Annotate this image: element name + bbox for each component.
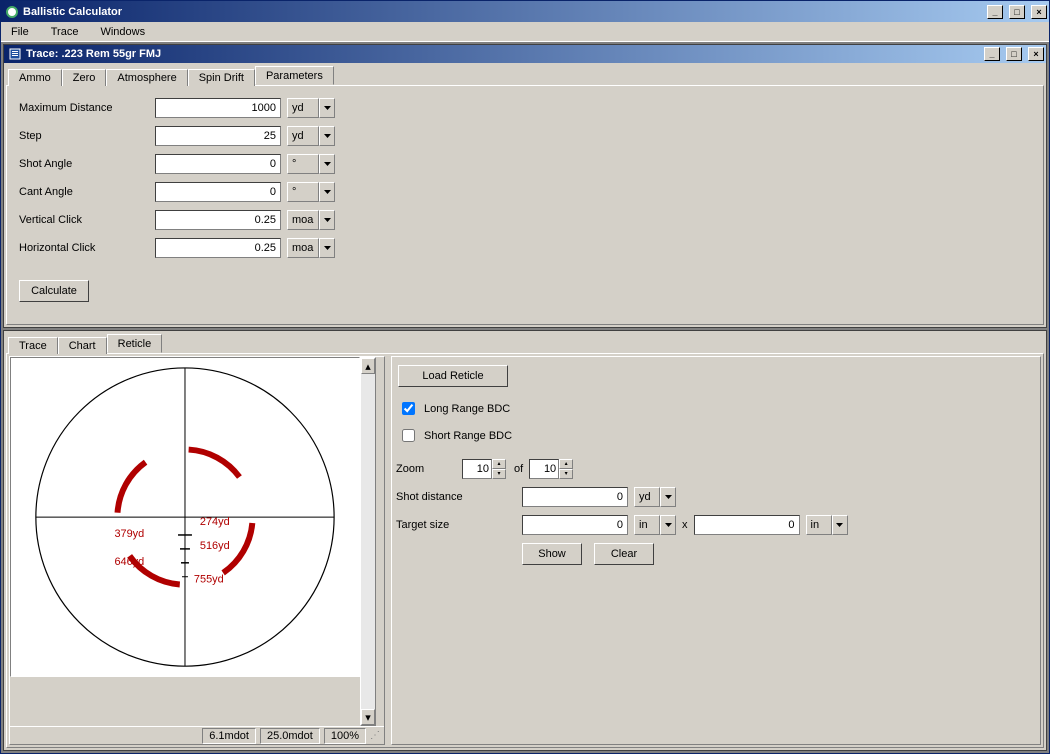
tab-chart[interactable]: Chart — [58, 337, 107, 354]
target-size-w-input[interactable] — [522, 515, 628, 535]
vclick-label: Vertical Click — [19, 214, 149, 226]
menubar: File Trace Windows — [1, 22, 1049, 42]
x-label: x — [682, 519, 688, 531]
reticle-controls-panel: Load Reticle Long Range BDC Short Range … — [391, 356, 1041, 745]
calculate-button[interactable]: Calculate — [19, 280, 89, 302]
trace-titlebar[interactable]: Trace: .223 Rem 55gr FMJ _ □ × — [4, 45, 1046, 63]
hclick-input[interactable] — [155, 238, 281, 258]
scroll-up-icon[interactable]: ▴ — [361, 358, 375, 374]
tab-parameters[interactable]: Parameters — [255, 66, 334, 85]
menu-windows[interactable]: Windows — [96, 24, 149, 40]
main-titlebar[interactable]: Ballistic Calculator _ □ × — [1, 1, 1049, 22]
step-unit: yd — [287, 126, 319, 146]
target-size-w-unit-drop[interactable] — [660, 515, 676, 535]
tab-spin-drift[interactable]: Spin Drift — [188, 69, 255, 86]
tab-reticle[interactable]: Reticle — [107, 334, 163, 353]
max-distance-unit: yd — [287, 98, 319, 118]
bottom-tabs: Trace Chart Reticle — [6, 333, 1044, 353]
document-icon — [8, 47, 22, 61]
tab-zero[interactable]: Zero — [62, 69, 107, 86]
zoom-value-input[interactable] — [462, 459, 492, 479]
hclick-label: Horizontal Click — [19, 242, 149, 254]
load-reticle-button[interactable]: Load Reticle — [398, 365, 508, 387]
shot-angle-unit: ° — [287, 154, 319, 174]
bdc-label-379: 379yd — [114, 528, 144, 540]
bdc-label-646: 646yd — [114, 556, 144, 568]
tab-btrace[interactable]: Trace — [8, 337, 58, 354]
status-mdoty: 25.0mdot — [260, 728, 320, 744]
shot-distance-unit-drop[interactable] — [660, 487, 676, 507]
step-unit-drop[interactable] — [319, 126, 335, 146]
target-size-label: Target size — [396, 519, 516, 531]
shot-distance-label: Shot distance — [396, 491, 516, 503]
child-close-button[interactable]: × — [1028, 47, 1044, 61]
vclick-unit-drop[interactable] — [319, 210, 335, 230]
top-tabs: Ammo Zero Atmosphere Spin Drift Paramete… — [6, 65, 1044, 85]
cant-angle-unit-drop[interactable] — [319, 182, 335, 202]
menu-trace[interactable]: Trace — [47, 24, 83, 40]
max-distance-label: Maximum Distance — [19, 102, 149, 114]
target-size-h-input[interactable] — [694, 515, 800, 535]
tab-ammo[interactable]: Ammo — [8, 69, 62, 86]
parameters-panel: Maximum Distance yd Step yd — [6, 85, 1044, 325]
bdc-label-516: 516yd — [200, 540, 230, 552]
reticle-panel: 274yd 379yd 516yd 646yd 755yd ▴ — [6, 353, 1044, 748]
maximize-button[interactable]: □ — [1009, 5, 1025, 19]
main-window: Ballistic Calculator _ □ × File Trace Wi… — [0, 0, 1050, 754]
child-minimize-button[interactable]: _ — [984, 47, 1000, 61]
shot-distance-input[interactable] — [522, 487, 628, 507]
scroll-down-icon[interactable]: ▾ — [361, 709, 375, 725]
app-title: Ballistic Calculator — [23, 6, 981, 18]
shot-angle-unit-drop[interactable] — [319, 154, 335, 174]
trace-title: Trace: .223 Rem 55gr FMJ — [26, 48, 978, 60]
bdc-label-274: 274yd — [200, 516, 230, 528]
long-bdc-label: Long Range BDC — [424, 403, 510, 415]
child-maximize-button[interactable]: □ — [1006, 47, 1022, 61]
shot-angle-input[interactable] — [155, 154, 281, 174]
shot-angle-label: Shot Angle — [19, 158, 149, 170]
zoom-label: Zoom — [396, 463, 456, 475]
shot-distance-unit: yd — [634, 487, 660, 507]
close-button[interactable]: × — [1031, 5, 1047, 19]
vclick-input[interactable] — [155, 210, 281, 230]
show-button[interactable]: Show — [522, 543, 582, 565]
reticle-canvas[interactable]: 274yd 379yd 516yd 646yd 755yd — [10, 357, 360, 677]
hclick-unit-drop[interactable] — [319, 238, 335, 258]
step-label: Step — [19, 130, 149, 142]
zoom-spinner[interactable]: ▴▾ — [462, 459, 508, 479]
mdi-client: Trace: .223 Rem 55gr FMJ _ □ × Ammo Zero… — [1, 42, 1049, 753]
max-distance-unit-drop[interactable] — [319, 98, 335, 118]
reticle-view-panel: 274yd 379yd 516yd 646yd 755yd ▴ — [9, 356, 385, 745]
step-input[interactable] — [155, 126, 281, 146]
max-distance-input[interactable] — [155, 98, 281, 118]
menu-file[interactable]: File — [7, 24, 33, 40]
cant-angle-unit: ° — [287, 182, 319, 202]
target-size-h-unit-drop[interactable] — [832, 515, 848, 535]
bottom-child: Trace Chart Reticle — [3, 330, 1047, 751]
minimize-button[interactable]: _ — [987, 5, 1003, 19]
short-bdc-label: Short Range BDC — [424, 430, 512, 442]
app-icon — [5, 5, 19, 19]
trace-child-window: Trace: .223 Rem 55gr FMJ _ □ × Ammo Zero… — [3, 44, 1047, 328]
long-bdc-checkbox[interactable] — [402, 402, 415, 415]
zoom-of: of — [514, 463, 523, 475]
tab-atmosphere[interactable]: Atmosphere — [106, 69, 187, 86]
zoom-max-spinner[interactable]: ▴▾ — [529, 459, 575, 479]
target-size-h-unit: in — [806, 515, 832, 535]
status-mdotx: 6.1mdot — [202, 728, 256, 744]
vclick-unit: moa — [287, 210, 319, 230]
hclick-unit: moa — [287, 238, 319, 258]
zoom-max-input[interactable] — [529, 459, 559, 479]
cant-angle-label: Cant Angle — [19, 186, 149, 198]
reticle-status: 6.1mdot 25.0mdot 100% ⋰ — [10, 726, 384, 744]
target-size-w-unit: in — [634, 515, 660, 535]
reticle-scrollbar[interactable]: ▴ ▾ — [360, 357, 376, 726]
status-zoom: 100% — [324, 728, 366, 744]
resize-grip-icon[interactable]: ⋰ — [370, 730, 380, 741]
clear-button[interactable]: Clear — [594, 543, 654, 565]
cant-angle-input[interactable] — [155, 182, 281, 202]
short-bdc-checkbox[interactable] — [402, 429, 415, 442]
bdc-label-755: 755yd — [194, 574, 224, 586]
